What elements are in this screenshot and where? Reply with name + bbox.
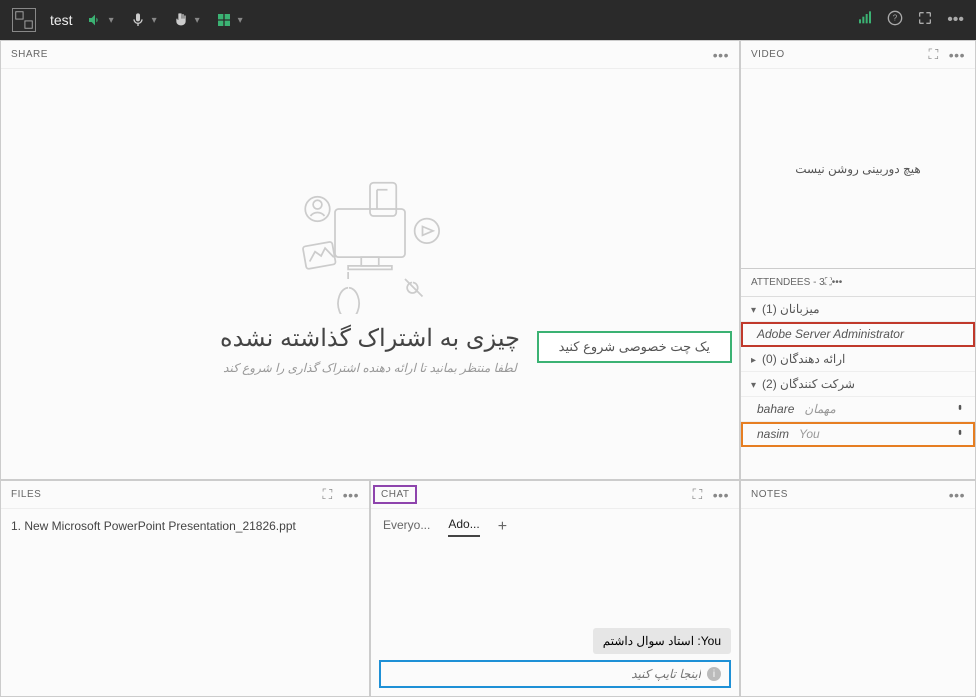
chat-tab-everyone[interactable]: Everyo... xyxy=(383,518,430,536)
chevron-down-icon[interactable]: ▾ xyxy=(107,15,116,26)
more-icon[interactable]: ••• xyxy=(713,487,729,503)
hosts-group-header[interactable]: میزبانان (1) xyxy=(741,297,975,322)
signal-icon xyxy=(857,10,873,31)
meeting-name: test xyxy=(50,12,73,28)
mic-icon xyxy=(955,404,965,414)
notes-title: NOTES xyxy=(751,489,788,500)
share-illustration xyxy=(280,174,460,314)
file-item[interactable]: 1. New Microsoft PowerPoint Presentation… xyxy=(11,519,359,533)
info-icon[interactable]: i xyxy=(707,667,721,681)
attendee-row-host[interactable]: Adobe Server Administrator xyxy=(741,322,975,347)
chat-input-container: i xyxy=(379,660,731,688)
add-chat-tab-button[interactable]: + xyxy=(498,518,507,536)
video-empty-message: هیچ دوربینی روشن نیست xyxy=(795,162,920,176)
more-icon[interactable]: ••• xyxy=(832,277,843,288)
more-icon[interactable]: ••• xyxy=(343,487,359,503)
attendees-title: ATTENDEES xyxy=(751,277,810,288)
chat-message: You: استاد سوال داشتم xyxy=(593,628,731,654)
chevron-down-icon[interactable]: ▾ xyxy=(236,15,245,26)
chevron-down-icon[interactable]: ▾ xyxy=(193,15,202,26)
help-icon[interactable]: ? xyxy=(887,10,903,31)
more-icon[interactable]: ••• xyxy=(949,487,965,503)
chat-panel: CHAT ⛶ ••• Everyo... Ado... + You: استاد… xyxy=(370,480,740,697)
layout-control[interactable]: ▾ xyxy=(216,12,245,28)
attendees-panel: ATTENDEES - 3 ⛶ ••• میزبانان (1) Adobe S… xyxy=(741,269,975,479)
chat-title: CHAT xyxy=(375,487,415,502)
svg-text:?: ? xyxy=(893,13,898,22)
mic-control[interactable]: ▾ xyxy=(130,12,159,28)
attendee-row-self[interactable]: nasim You xyxy=(741,422,975,447)
share-title: SHARE xyxy=(11,49,48,60)
mic-icon xyxy=(955,429,965,439)
chevron-down-icon xyxy=(751,302,756,316)
presenters-group-header[interactable]: ارائه دهندگان (0) xyxy=(741,347,975,372)
chevron-down-icon xyxy=(751,377,756,391)
speaker-control[interactable]: ▾ xyxy=(87,12,116,28)
participants-group-header[interactable]: شرکت کنندگان (2) xyxy=(741,372,975,397)
more-icon[interactable]: ••• xyxy=(947,11,964,29)
attendees-count: - 3 xyxy=(813,277,825,288)
chevron-down-icon[interactable]: ▾ xyxy=(150,15,159,26)
app-logo xyxy=(12,8,36,32)
fullscreen-icon[interactable]: ⛶ xyxy=(692,486,702,503)
private-chat-tooltip: یک چت خصوصی شروع کنید xyxy=(537,331,732,363)
chat-input[interactable] xyxy=(389,667,701,681)
raise-hand-control[interactable]: ▾ xyxy=(173,12,202,28)
attendee-row[interactable]: bahare مهمان xyxy=(741,397,975,422)
fullscreen-icon[interactable]: ⛶ xyxy=(825,277,832,288)
files-title: FILES xyxy=(11,489,41,500)
fullscreen-icon[interactable] xyxy=(917,10,933,31)
share-panel: SHARE ••• xyxy=(0,40,740,480)
video-title: VIDEO xyxy=(751,49,785,60)
more-icon[interactable]: ••• xyxy=(949,47,965,63)
fullscreen-icon[interactable]: ⛶ xyxy=(322,486,332,503)
share-heading: چیزی به اشتراک گذاشته نشده xyxy=(220,324,520,353)
topbar: test ▾ ▾ ▾ ▾ ? ••• xyxy=(0,0,976,40)
fullscreen-icon[interactable]: ⛶ xyxy=(928,46,938,63)
video-attendees-column: VIDEO ⛶ ••• هیچ دوربینی روشن نیست ATTEND… xyxy=(740,40,976,480)
more-icon[interactable]: ••• xyxy=(713,47,729,63)
chat-tab-adobe[interactable]: Ado... xyxy=(448,517,479,537)
chevron-right-icon xyxy=(751,352,756,366)
files-panel: FILES ⛶ ••• 1. New Microsoft PowerPoint … xyxy=(0,480,370,697)
share-subheading: لطفا منتظر بمانید تا ارائه دهنده اشتراک … xyxy=(223,361,517,375)
notes-panel: NOTES ••• xyxy=(740,480,976,697)
